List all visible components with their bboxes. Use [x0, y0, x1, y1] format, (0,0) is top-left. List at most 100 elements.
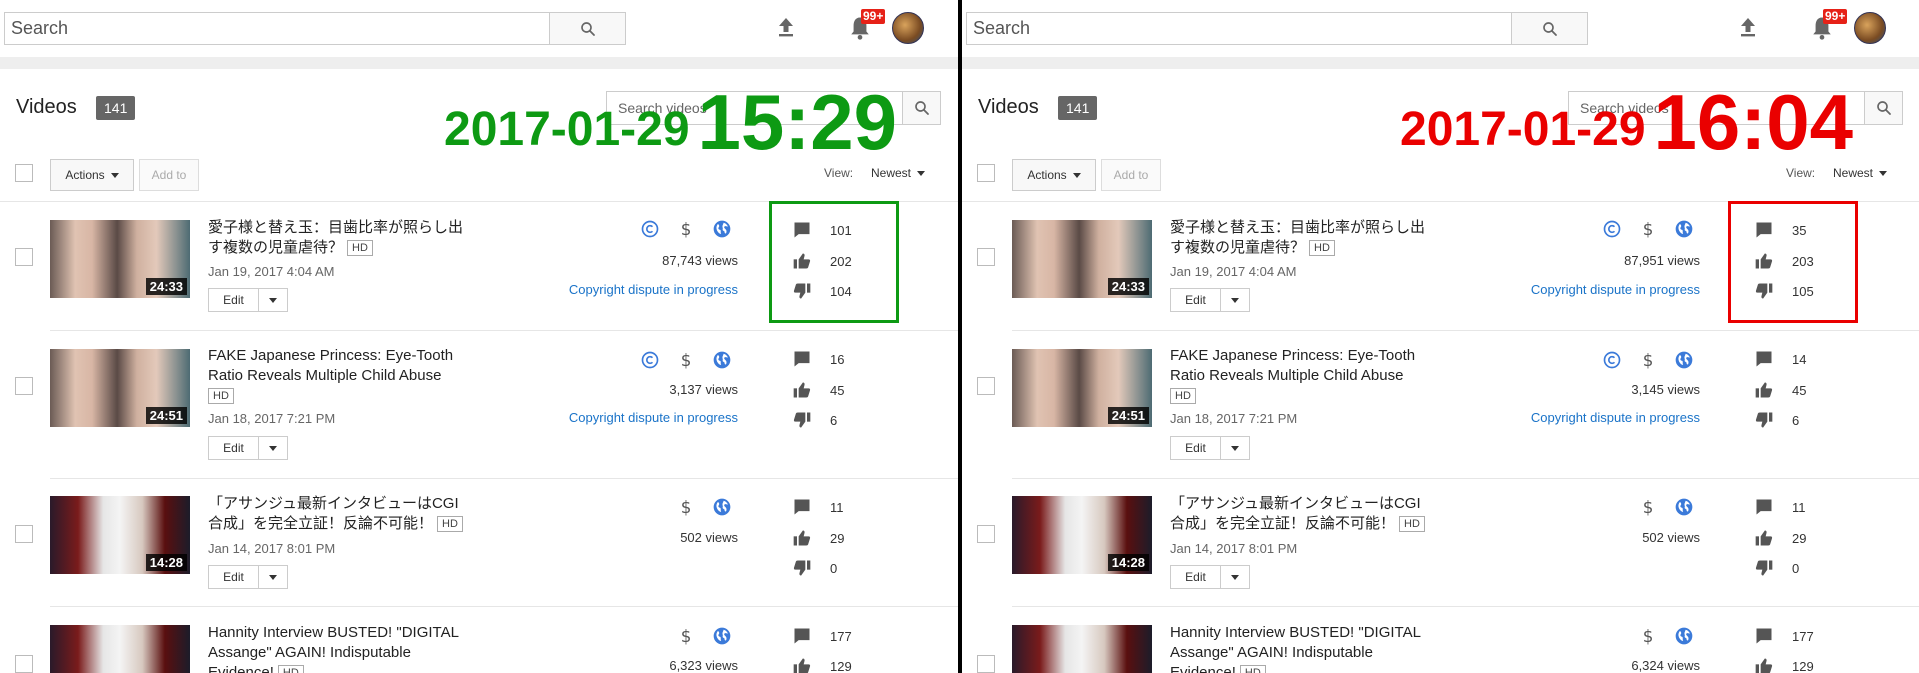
comment-count: 177 — [830, 628, 852, 644]
edit-button[interactable]: Edit — [1170, 565, 1250, 589]
video-date: Jan 19, 2017 4:04 AM — [208, 264, 335, 279]
video-title[interactable]: Hannity Interview BUSTED! "DIGITAL Assan… — [1170, 623, 1428, 673]
upload-icon[interactable] — [1736, 15, 1760, 39]
search-button[interactable] — [1511, 13, 1587, 44]
dollar-icon[interactable] — [676, 350, 696, 370]
edit-dropdown[interactable] — [259, 566, 287, 588]
globe-icon[interactable] — [712, 219, 732, 239]
edit-button[interactable]: Edit — [1170, 436, 1250, 460]
edit-dropdown[interactable] — [1221, 289, 1249, 311]
view-count: 87,743 views — [662, 253, 738, 268]
timestamp-date: 2017-01-29 — [444, 103, 690, 156]
globe-icon[interactable] — [712, 350, 732, 370]
video-thumbnail[interactable] — [50, 625, 190, 673]
video-thumbnail[interactable]: 24:51 — [50, 349, 190, 427]
upload-icon[interactable] — [774, 15, 798, 39]
dollar-icon[interactable] — [676, 626, 696, 646]
search-videos-button[interactable] — [902, 92, 940, 124]
search-bar[interactable]: Search — [4, 12, 626, 45]
hd-badge: HD — [1309, 240, 1335, 256]
video-title-text: Hannity Interview BUSTED! "DIGITAL Assan… — [1170, 624, 1421, 673]
copyright-icon[interactable] — [1602, 219, 1622, 239]
caret-down-icon — [1231, 297, 1239, 303]
row-checkbox[interactable] — [15, 655, 33, 673]
video-title[interactable]: FAKE Japanese Princess: Eye-Tooth Ratio … — [1170, 346, 1428, 406]
video-title[interactable]: 愛子様と替え玉：目歯比率が照らし出す複数の児童虐待？ HD — [1170, 218, 1428, 258]
copyright-dispute-link[interactable]: Copyright dispute in progress — [1450, 410, 1700, 425]
video-thumbnail[interactable]: 24:33 — [1012, 220, 1152, 298]
dollar-icon[interactable] — [1638, 350, 1658, 370]
video-title[interactable]: 愛子様と替え玉：目歯比率が照らし出す複数の児童虐待？ HD — [208, 218, 466, 258]
notification-badge: 99+ — [1823, 9, 1848, 24]
search-input[interactable]: Search — [5, 13, 549, 44]
dollar-icon[interactable] — [1638, 219, 1658, 239]
globe-icon[interactable] — [1674, 219, 1694, 239]
row-checkbox[interactable] — [15, 377, 33, 395]
video-thumbnail[interactable]: 24:51 — [1012, 349, 1152, 427]
video-title[interactable]: 「アサンジュ最新インタビューはCGI合成」を完全立証！反論不可能！ HD — [208, 494, 466, 534]
avatar[interactable] — [1854, 12, 1886, 44]
video-thumbnail[interactable] — [1012, 625, 1152, 673]
video-thumbnail[interactable]: 14:28 — [1012, 496, 1152, 574]
search-button[interactable] — [549, 13, 625, 44]
edit-button[interactable]: Edit — [208, 436, 288, 460]
dollar-icon[interactable] — [676, 219, 696, 239]
view-sort-select[interactable]: Newest — [1833, 166, 1888, 180]
actions-button[interactable]: Actions — [50, 159, 134, 191]
page-title: Videos — [16, 96, 77, 118]
row-separator — [50, 330, 958, 331]
add-to-button[interactable]: Add to — [1101, 159, 1161, 191]
row-separator — [1012, 330, 1919, 331]
copyright-dispute-link[interactable]: Copyright dispute in progress — [1450, 282, 1700, 297]
timestamp-date: 2017-01-29 — [1400, 103, 1646, 156]
hd-badge: HD — [347, 240, 373, 256]
row-checkbox[interactable] — [15, 248, 33, 266]
video-title[interactable]: FAKE Japanese Princess: Eye-Tooth Ratio … — [208, 346, 466, 406]
avatar[interactable] — [892, 12, 924, 44]
view-sort-select[interactable]: Newest — [871, 166, 926, 180]
dollar-icon[interactable] — [1638, 626, 1658, 646]
globe-icon[interactable] — [1674, 497, 1694, 517]
thumbs-up-icon — [1754, 656, 1774, 673]
video-title-text: Hannity Interview BUSTED! "DIGITAL Assan… — [208, 624, 459, 673]
globe-icon[interactable] — [1674, 350, 1694, 370]
globe-icon[interactable] — [1674, 626, 1694, 646]
row-checkbox[interactable] — [977, 655, 995, 673]
actions-button[interactable]: Actions — [1012, 159, 1096, 191]
dollar-icon[interactable] — [1638, 497, 1658, 517]
search-videos-button[interactable] — [1864, 92, 1902, 124]
copyright-dispute-link[interactable]: Copyright dispute in progress — [488, 410, 738, 425]
copyright-icon[interactable] — [640, 350, 660, 370]
video-thumbnail[interactable]: 14:28 — [50, 496, 190, 574]
row-checkbox[interactable] — [15, 525, 33, 543]
row-checkbox[interactable] — [977, 377, 995, 395]
hd-badge: HD — [208, 388, 234, 404]
timestamp-time: 15:29 — [697, 78, 898, 166]
search-bar[interactable]: Search — [966, 12, 1588, 45]
add-to-button[interactable]: Add to — [139, 159, 199, 191]
edit-dropdown[interactable] — [259, 437, 287, 459]
edit-dropdown[interactable] — [1221, 437, 1249, 459]
dollar-icon[interactable] — [676, 497, 696, 517]
globe-icon[interactable] — [712, 626, 732, 646]
copyright-dispute-link[interactable]: Copyright dispute in progress — [488, 282, 738, 297]
edit-dropdown[interactable] — [1221, 566, 1249, 588]
edit-button[interactable]: Edit — [1170, 288, 1250, 312]
row-checkbox[interactable] — [977, 248, 995, 266]
copyright-icon[interactable] — [1602, 350, 1622, 370]
video-title[interactable]: 「アサンジュ最新インタビューはCGI合成」を完全立証！反論不可能！ HD — [1170, 494, 1428, 534]
edit-button[interactable]: Edit — [208, 288, 288, 312]
video-title-text: FAKE Japanese Princess: Eye-Tooth Ratio … — [208, 347, 454, 384]
dislike-count: 0 — [1792, 560, 1800, 576]
edit-dropdown[interactable] — [259, 289, 287, 311]
select-all-checkbox[interactable] — [15, 164, 33, 182]
video-thumbnail[interactable]: 24:33 — [50, 220, 190, 298]
select-all-checkbox[interactable] — [977, 164, 995, 182]
view-count: 3,145 views — [1631, 382, 1700, 397]
edit-button[interactable]: Edit — [208, 565, 288, 589]
globe-icon[interactable] — [712, 497, 732, 517]
row-checkbox[interactable] — [977, 525, 995, 543]
search-input[interactable]: Search — [967, 13, 1511, 44]
video-title[interactable]: Hannity Interview BUSTED! "DIGITAL Assan… — [208, 623, 466, 673]
copyright-icon[interactable] — [640, 219, 660, 239]
